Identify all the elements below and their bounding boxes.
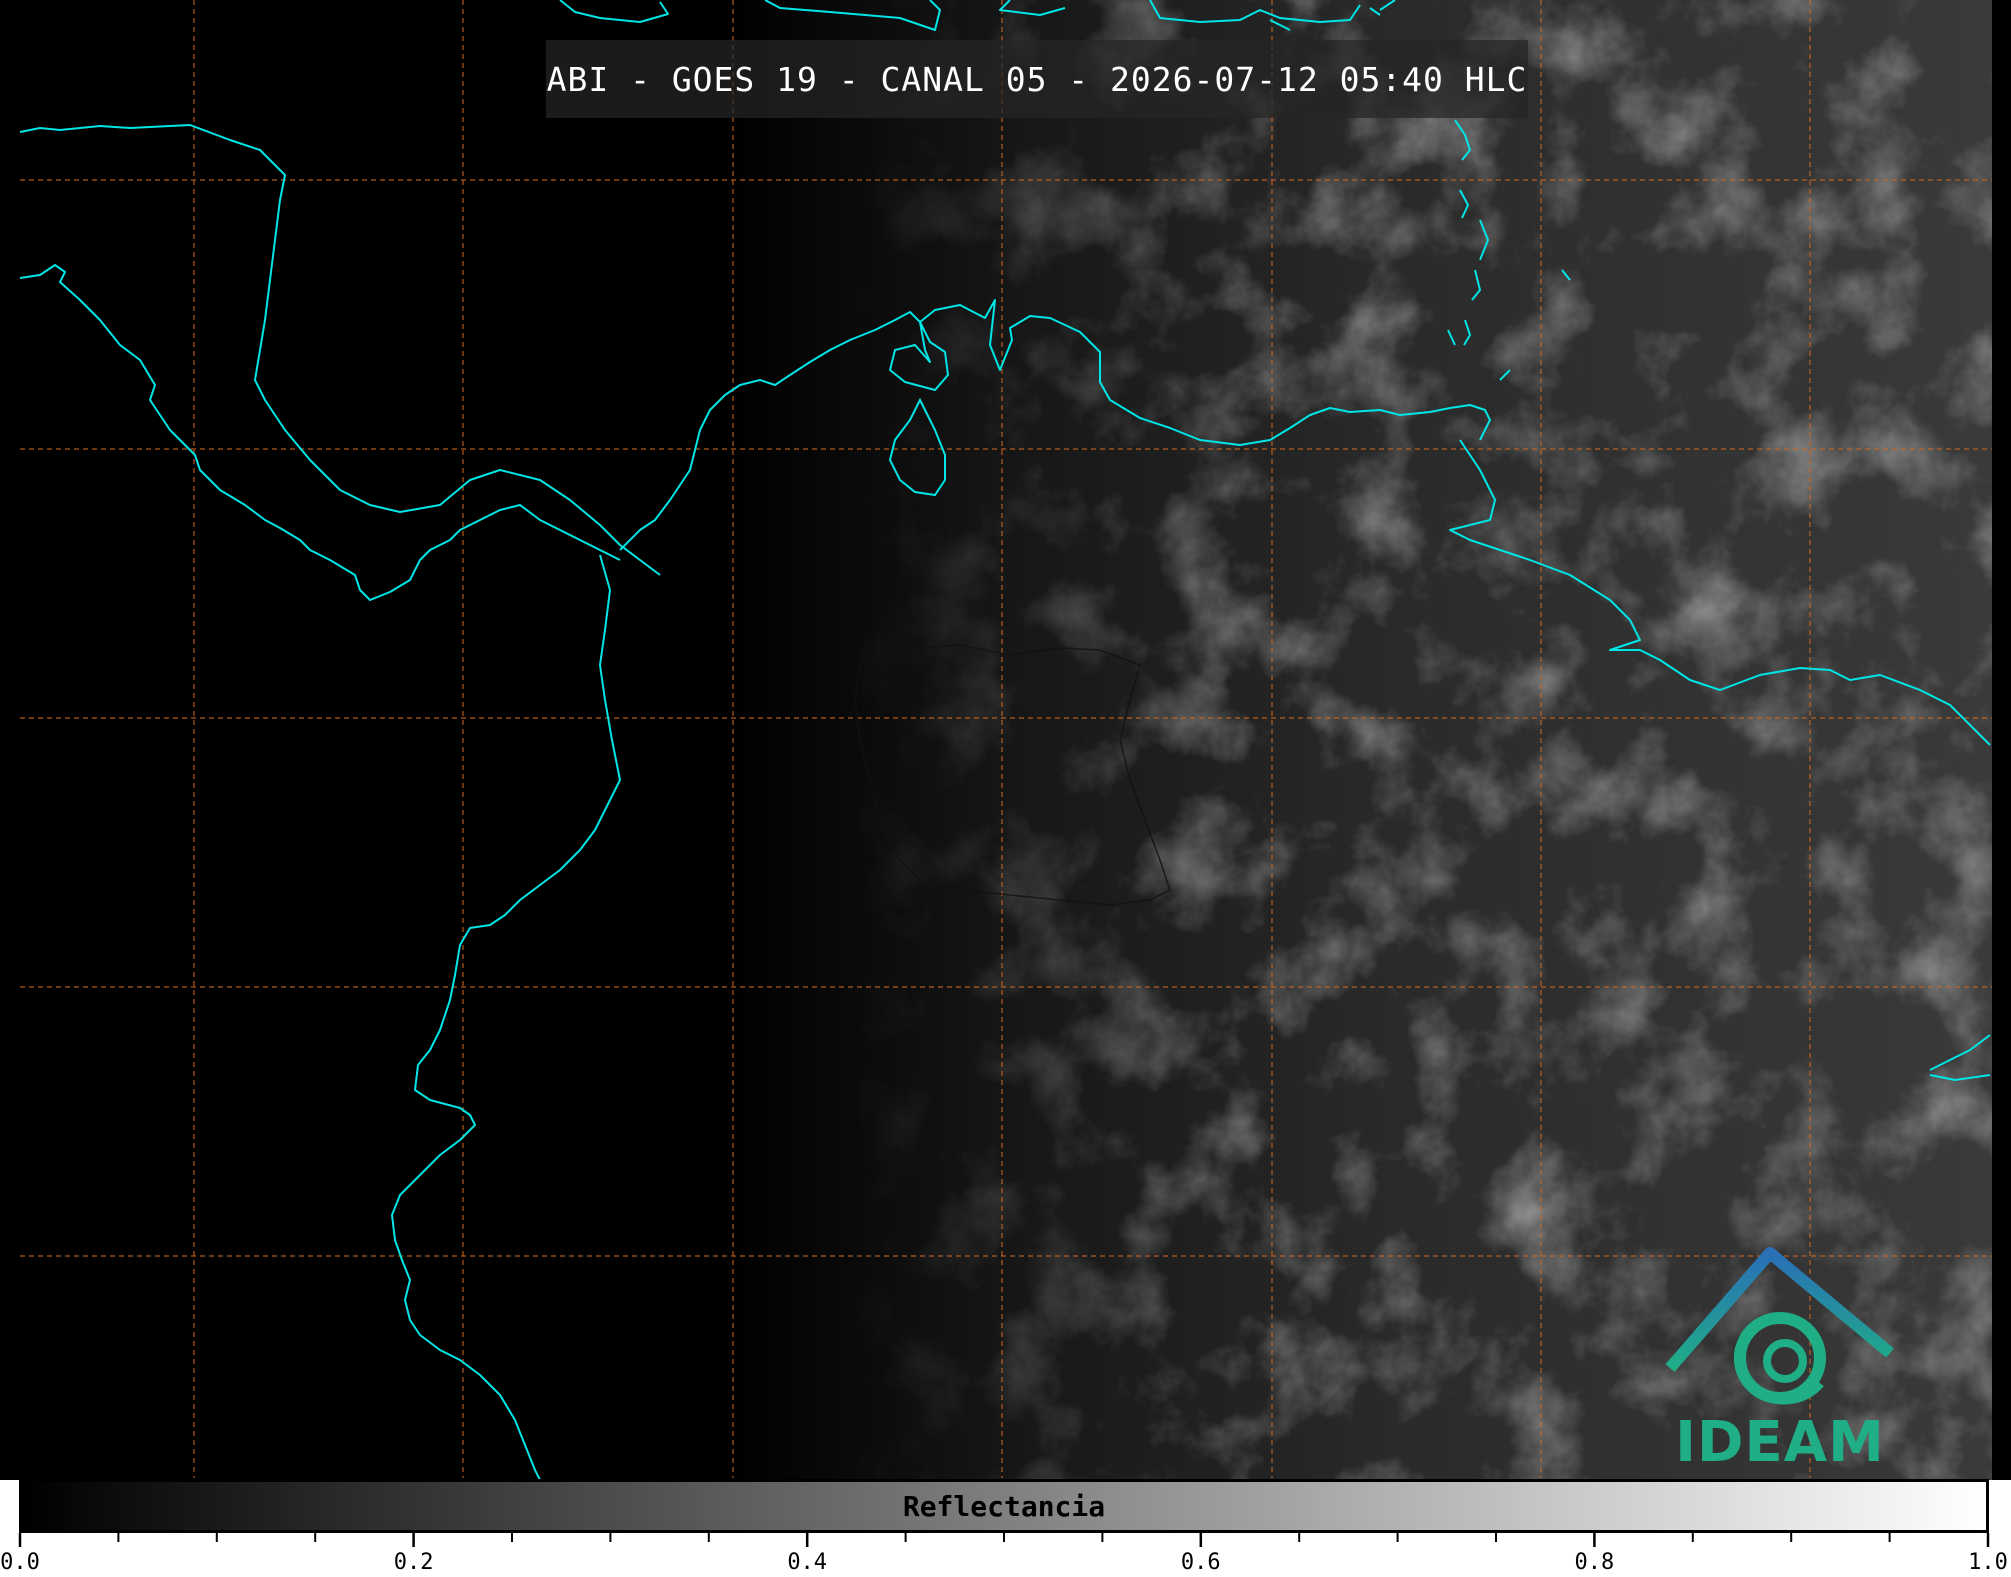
colorbar-tick-label: 0.4 xyxy=(787,1550,828,1575)
colorbar-tick-label: 0.2 xyxy=(393,1550,434,1575)
colorbar-ticks xyxy=(18,1533,1990,1547)
colorbar-tick-label: 0.0 xyxy=(0,1550,40,1575)
colorbar-tick-label: 0.8 xyxy=(1574,1550,1615,1575)
colorbar-tick-label: 0.6 xyxy=(1180,1550,1221,1575)
colorbar-tick-label: 1.0 xyxy=(1968,1550,2008,1575)
satellite-viewer: ABI - GOES 19 - CANAL 05 - 2026-07-12 05… xyxy=(0,0,2011,1577)
